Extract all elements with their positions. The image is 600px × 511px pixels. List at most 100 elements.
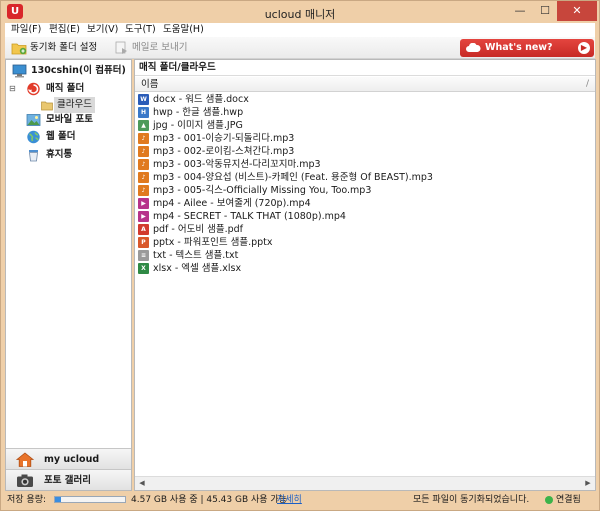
scroll-left-icon[interactable]: ◀	[135, 477, 149, 490]
file-row[interactable]: ♪ mp3 - 002-로이킴-스쳐간다.mp3	[135, 145, 595, 158]
file-name: mp3 - 001-이승기-되돌리다.mp3	[153, 133, 295, 144]
audio-icon: ♪	[138, 133, 149, 144]
minimize-button[interactable]: —	[507, 1, 533, 21]
tree-item-trash[interactable]: 휴지통	[6, 147, 131, 163]
menu-bar: 파일(F) 편집(E) 보기(V) 도구(T) 도움말(H)	[5, 23, 595, 37]
sync-folder-icon	[11, 43, 27, 55]
arrow-right-icon: ▶	[578, 42, 590, 54]
file-row[interactable]: ♪ mp3 - 005-긱스-Officially Missing You, To…	[135, 184, 595, 197]
tree-item-web-folder[interactable]: 웹 폴더	[6, 129, 131, 145]
file-name: pdf - 어도비 샘플.pdf	[153, 224, 244, 235]
storage-usage-text: 4.57 GB 사용 중 | 45.43 GB 사용 가능	[131, 495, 287, 505]
globe-icon	[27, 130, 40, 144]
image-icon: ▲	[138, 120, 149, 131]
magic-folder-icon	[27, 82, 40, 96]
file-row[interactable]: ▶ mp4 - SECRET - TALK THAT (1080p).mp4	[135, 210, 595, 223]
tree-item-mobile-photo[interactable]: 모바일 포토	[6, 112, 131, 128]
close-button[interactable]: ✕	[557, 1, 597, 21]
file-name: jpg - 이미지 샘플.JPG	[153, 120, 243, 131]
file-name: txt - 텍스트 샘플.txt	[153, 250, 239, 261]
menu-tools[interactable]: 도구(T)	[125, 23, 156, 37]
send-mail-label: 메일로 보내기	[132, 42, 188, 53]
video-icon: ▶	[138, 211, 149, 222]
whats-new-button[interactable]: What's new? ▶	[460, 39, 594, 57]
tree-item-magic-folder[interactable]: ⊟ 매직 폴더	[6, 81, 131, 97]
home-icon	[16, 452, 34, 467]
tree-label-cloud: 클라우드	[54, 97, 95, 113]
file-list-panel: 매직 폴더/클라우드 이름 / Wdocx - 워드 샘플.docx Hhwp -…	[134, 59, 596, 491]
file-row[interactable]: Hhwp - 한글 샘플.hwp	[135, 106, 595, 119]
tree-item-cloud[interactable]: 클라우드	[6, 97, 131, 113]
folder-tree-panel: 130cshin(이 컴퓨터) ⊟ 매직 폴더 클라우드 모바일 포토 웹 폴더…	[5, 59, 132, 491]
file-name: xlsx - 엑셀 샘플.xlsx	[153, 263, 242, 274]
file-row[interactable]: Wdocx - 워드 샘플.docx	[135, 93, 595, 106]
storage-detail-link[interactable]: 자세히	[277, 491, 302, 509]
file-row[interactable]: ♪ mp3 - 001-이승기-되돌리다.mp3	[135, 132, 595, 145]
file-list: Wdocx - 워드 샘플.docx Hhwp - 한글 샘플.hwp ▲ jpg -…	[135, 93, 595, 275]
file-name: docx - 워드 샘플.docx	[153, 94, 249, 105]
video-icon: ▶	[138, 198, 149, 209]
excel-icon: X	[138, 263, 149, 274]
sync-folder-button[interactable]: 동기화 폴더 설정	[11, 40, 111, 56]
audio-icon: ♪	[138, 159, 149, 170]
horizontal-scrollbar[interactable]: ◀ ▶	[135, 476, 595, 490]
word-icon: W	[138, 94, 149, 105]
file-name: mp3 - 003-악동뮤지션-다리꼬지마.mp3	[153, 159, 321, 170]
breadcrumb: 매직 폴더/클라우드	[135, 60, 595, 76]
column-resize-handle[interactable]: /	[586, 77, 589, 92]
cloud-icon	[466, 43, 481, 52]
file-row[interactable]: ▲ jpg - 이미지 샘플.JPG	[135, 119, 595, 132]
send-mail-button[interactable]: 메일로 보내기	[113, 40, 193, 56]
mobile-photo-icon	[26, 114, 41, 126]
tree-label-magic-folder: 매직 폴더	[46, 83, 85, 94]
column-header-label: 이름	[141, 79, 159, 90]
maximize-button[interactable]: ☐	[533, 1, 557, 21]
sync-status-text: 모든 파일이 동기화되었습니다.	[413, 495, 530, 505]
scroll-right-icon[interactable]: ▶	[581, 477, 595, 490]
file-row[interactable]: Ppptx - 파워포인트 샘플.pptx	[135, 236, 595, 249]
audio-icon: ♪	[138, 172, 149, 183]
toolbar: 동기화 폴더 설정 메일로 보내기 What's new? ▶	[5, 37, 595, 59]
hwp-icon: H	[138, 107, 149, 118]
file-name: mp3 - 004-양요섭 (비스트)-카페인 (Feat. 용준형 Of BE…	[153, 172, 433, 183]
file-name: pptx - 파워포인트 샘플.pptx	[153, 237, 273, 248]
status-bar: 저장 용량: 4.57 GB 사용 중 | 45.43 GB 사용 가능 자세히…	[5, 491, 595, 509]
storage-progress-bar	[54, 496, 126, 503]
menu-file[interactable]: 파일(F)	[11, 23, 41, 37]
menu-view[interactable]: 보기(V)	[87, 23, 118, 37]
menu-help[interactable]: 도움말(H)	[163, 23, 204, 37]
title-bar[interactable]: U ucloud 매니저 — ☐ ✕	[1, 1, 599, 23]
file-row[interactable]: Apdf - 어도비 샘플.pdf	[135, 223, 595, 236]
connection-status-icon	[545, 496, 553, 504]
storage-progress-fill	[55, 497, 62, 502]
whats-new-label: What's new?	[485, 42, 553, 53]
tree-label-trash: 휴지통	[46, 149, 73, 160]
nav-my-ucloud-label: my ucloud	[44, 454, 100, 465]
storage-label: 저장 용량:	[7, 495, 47, 505]
nav-photo-gallery-label: 포토 갤러리	[44, 475, 92, 486]
menu-edit[interactable]: 편집(E)	[49, 23, 80, 37]
column-header-name[interactable]: 이름 /	[135, 77, 595, 92]
app-window: U ucloud 매니저 — ☐ ✕ 파일(F) 편집(E) 보기(V) 도구(…	[0, 0, 600, 511]
file-row[interactable]: ♪ mp3 - 003-악동뮤지션-다리꼬지마.mp3	[135, 158, 595, 171]
tree-item-this-computer[interactable]: 130cshin(이 컴퓨터)	[6, 63, 131, 79]
powerpoint-icon: P	[138, 237, 149, 248]
camera-icon	[17, 474, 33, 487]
sync-folder-label: 동기화 폴더 설정	[30, 42, 98, 53]
nav-my-ucloud[interactable]: my ucloud	[6, 448, 131, 469]
pdf-icon: A	[138, 224, 149, 235]
text-file-icon: ≡	[138, 250, 149, 261]
nav-photo-gallery[interactable]: 포토 갤러리	[6, 469, 131, 490]
folder-icon	[41, 101, 53, 111]
computer-icon	[12, 64, 27, 78]
file-name: mp3 - 005-긱스-Officially Missing You, Too…	[153, 185, 372, 196]
collapse-icon[interactable]: ⊟	[9, 81, 17, 97]
file-row[interactable]: ♪ mp3 - 004-양요섭 (비스트)-카페인 (Feat. 용준형 Of B…	[135, 171, 595, 184]
file-row[interactable]: ≡ txt - 텍스트 샘플.txt	[135, 249, 595, 262]
file-row[interactable]: Xxlsx - 엑셀 샘플.xlsx	[135, 262, 595, 275]
connection-status-label: 연결됨	[556, 495, 581, 505]
audio-icon: ♪	[138, 185, 149, 196]
file-row[interactable]: ▶ mp4 - Ailee - 보여줄게 (720p).mp4	[135, 197, 595, 210]
mail-icon	[115, 41, 127, 54]
trash-icon	[29, 150, 38, 162]
